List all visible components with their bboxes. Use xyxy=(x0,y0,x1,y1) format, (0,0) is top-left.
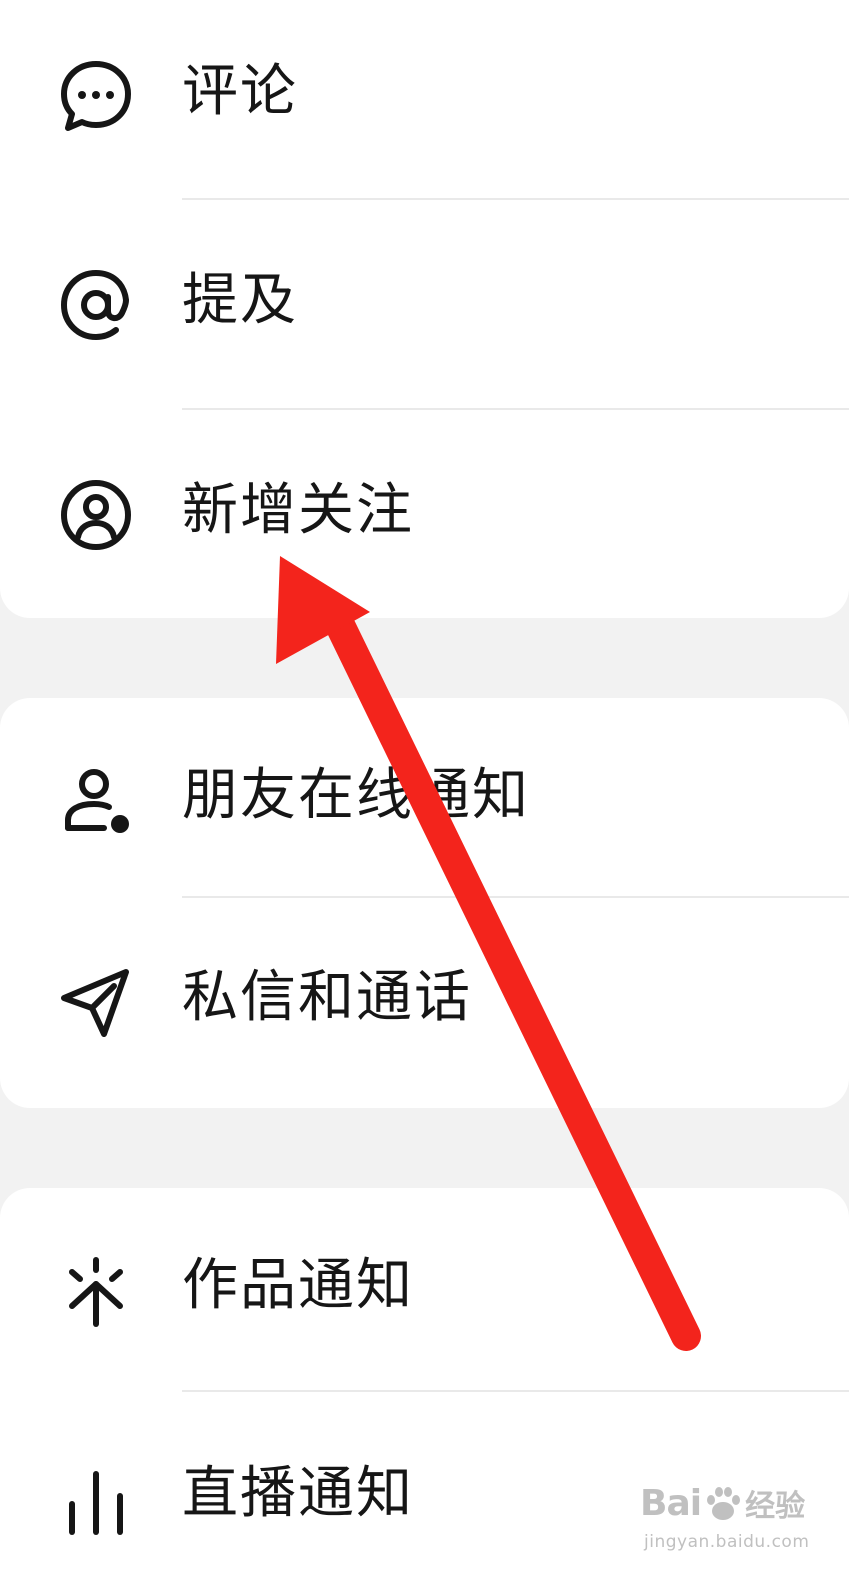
watermark-logo: Bai 经验 xyxy=(640,1476,805,1530)
setting-item-works[interactable]: 作品通知 xyxy=(0,1226,849,1346)
bar-chart-icon xyxy=(58,1460,134,1536)
setting-item-label: 朋友在线通知 xyxy=(182,763,530,828)
watermark-brand-suffix: 经验 xyxy=(745,1489,806,1524)
notification-group-interactions: 评论 提及 新增关注 xyxy=(0,0,849,618)
paw-icon xyxy=(703,1483,743,1523)
sparkle-arrow-icon xyxy=(58,1252,134,1328)
setting-item-label: 直播通知 xyxy=(182,1461,414,1526)
baidu-jingyan-watermark: Bai 经验 jingyan.baidu.com xyxy=(640,1476,830,1566)
comment-bubble-icon xyxy=(58,58,134,134)
divider xyxy=(182,408,849,410)
setting-item-label: 作品通知 xyxy=(182,1253,414,1318)
notification-group-social: 朋友在线通知 私信和通话 xyxy=(0,698,849,1108)
divider xyxy=(182,1390,849,1392)
setting-item-label: 新增关注 xyxy=(182,478,414,543)
user-online-icon xyxy=(58,762,134,838)
setting-item-label: 提及 xyxy=(182,268,298,333)
divider xyxy=(182,198,849,200)
at-sign-icon xyxy=(58,267,134,343)
paper-plane-icon xyxy=(58,964,134,1040)
setting-item-new-followers[interactable]: 新增关注 xyxy=(0,451,849,571)
divider xyxy=(182,896,849,898)
setting-item-messages-calls[interactable]: 私信和通话 xyxy=(0,938,849,1058)
watermark-url: jingyan.baidu.com xyxy=(644,1532,810,1552)
setting-item-label: 评论 xyxy=(182,59,298,124)
user-circle-icon xyxy=(58,477,134,553)
setting-item-comments[interactable]: 评论 xyxy=(0,32,849,152)
setting-item-label: 私信和通话 xyxy=(182,965,472,1030)
setting-item-mentions[interactable]: 提及 xyxy=(0,241,849,361)
setting-item-friends-online[interactable]: 朋友在线通知 xyxy=(0,736,849,856)
watermark-brand: Bai xyxy=(640,1482,702,1524)
